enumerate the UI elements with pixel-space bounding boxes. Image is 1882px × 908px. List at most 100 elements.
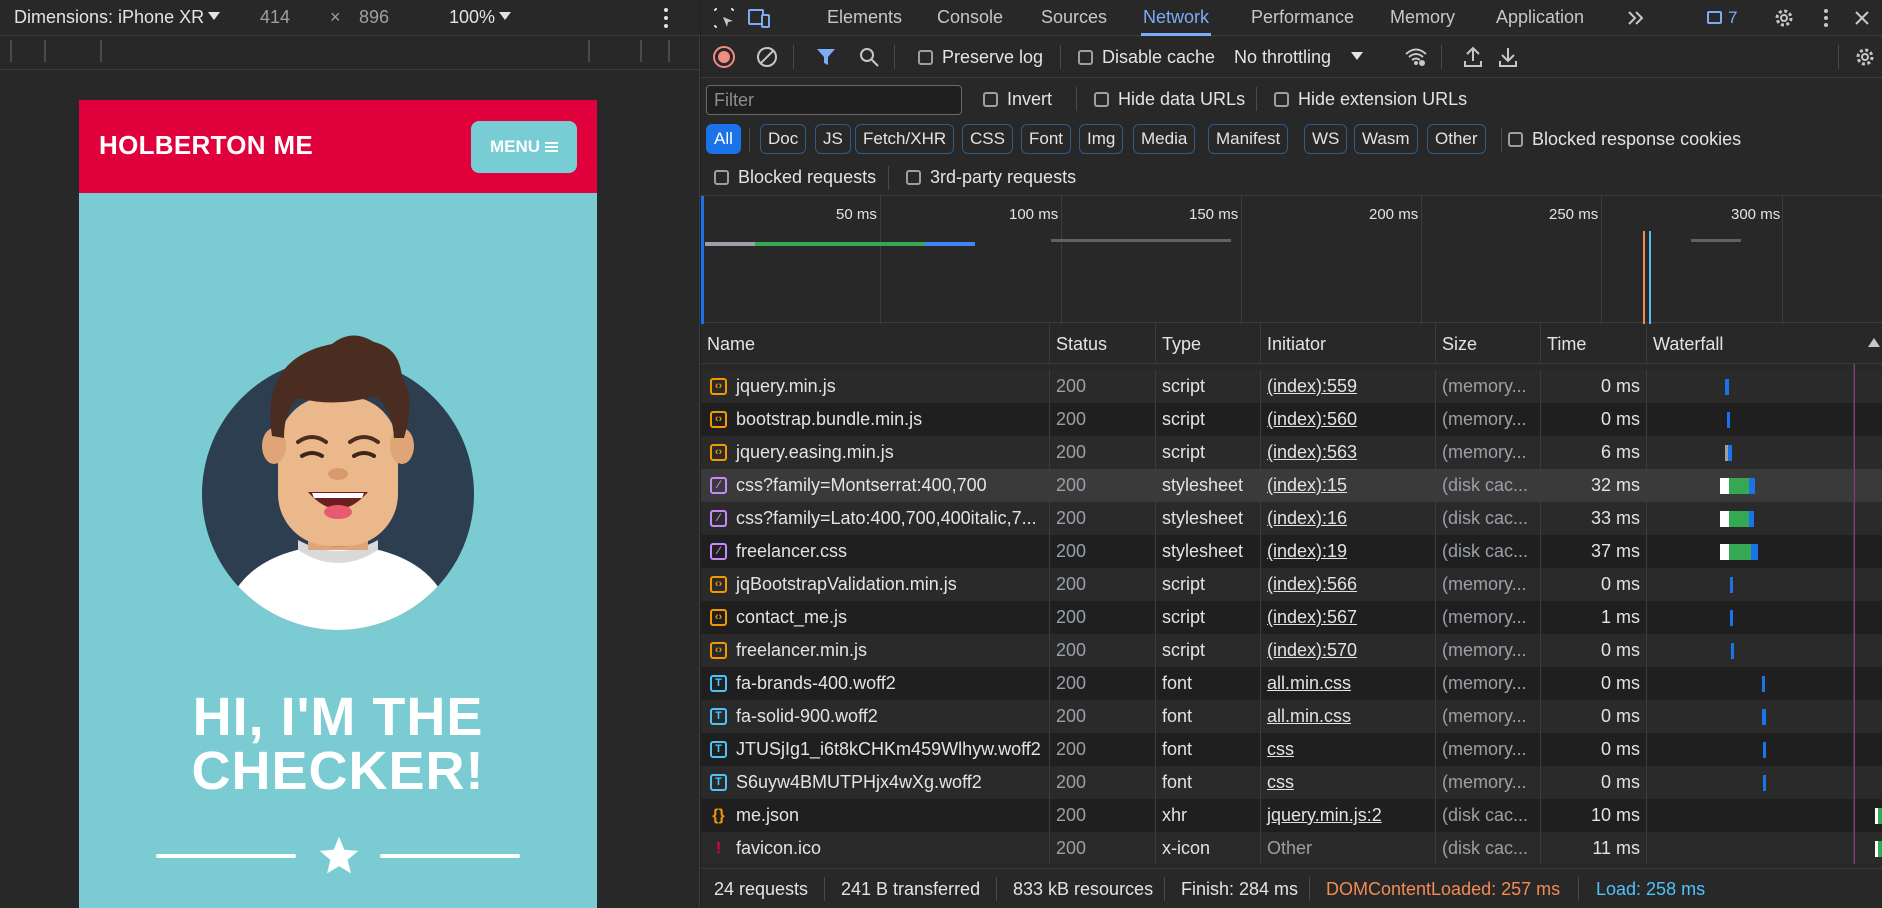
request-name[interactable]: contact_me.js [701, 601, 1050, 634]
type-filter-media[interactable]: Media [1133, 124, 1196, 154]
initiator-link[interactable]: jquery.min.js:2 [1267, 805, 1382, 825]
network-settings-gear-icon[interactable] [1853, 45, 1877, 69]
type-filter-js[interactable]: JS [815, 124, 851, 154]
menu-button[interactable]: MENU [471, 121, 577, 173]
request-initiator[interactable]: (index):570 [1261, 634, 1436, 667]
type-filter-doc[interactable]: Doc [760, 124, 807, 154]
type-filter-wasm[interactable]: Wasm [1354, 124, 1418, 154]
initiator-link[interactable]: (index):16 [1267, 508, 1347, 528]
filter-input[interactable] [706, 85, 962, 115]
request-name[interactable]: favicon.ico [701, 832, 1050, 864]
request-initiator[interactable]: (index):566 [1261, 568, 1436, 601]
filter-icon[interactable] [814, 45, 838, 69]
export-har-icon[interactable] [1496, 45, 1520, 69]
timeline-selection-handle[interactable] [701, 196, 704, 324]
tab-console[interactable]: Console [935, 0, 1005, 36]
initiator-link[interactable]: css [1267, 739, 1294, 759]
request-name[interactable]: jquery.easing.min.js [701, 436, 1050, 469]
blocked-requests-checkbox[interactable]: Blocked requests [714, 167, 876, 188]
request-initiator[interactable]: (index):567 [1261, 601, 1436, 634]
more-options-icon[interactable] [658, 4, 674, 32]
request-initiator[interactable]: jquery.min.js:2 [1261, 799, 1436, 832]
table-row[interactable]: {} me.json 200 xhr jquery.min.js:2 (disk cac.… [701, 799, 1882, 832]
table-row[interactable]: T S6uyw4BMUTPHjx4wXg.woff2 200 font css (memo… [701, 766, 1882, 799]
column-header-waterfall[interactable]: Waterfall [1647, 324, 1882, 364]
request-initiator[interactable]: (index):15 [1261, 469, 1436, 502]
third-party-requests-checkbox[interactable]: 3rd-party requests [906, 167, 1076, 188]
request-initiator[interactable]: (index):563 [1261, 436, 1436, 469]
import-har-icon[interactable] [1461, 45, 1485, 69]
inspect-element-icon[interactable] [712, 6, 736, 30]
column-header-time[interactable]: Time [1541, 324, 1647, 364]
tab-elements[interactable]: Elements [825, 0, 904, 36]
request-initiator[interactable]: css [1261, 766, 1436, 799]
request-name[interactable]: fa-solid-900.woff2 [701, 700, 1050, 733]
column-header-status[interactable]: Status [1050, 324, 1156, 364]
initiator-link[interactable]: (index):15 [1267, 475, 1347, 495]
request-name[interactable]: jquery.min.js [701, 370, 1050, 403]
table-row[interactable]: ‹› contact_me.js 200 script (index):567 (memo… [701, 601, 1882, 634]
initiator-link[interactable]: (index):570 [1267, 640, 1357, 660]
type-filter-other[interactable]: Other [1427, 124, 1486, 154]
initiator-link[interactable]: (index):566 [1267, 574, 1357, 594]
type-filter-manifest[interactable]: Manifest [1208, 124, 1289, 154]
tab-sources[interactable]: Sources [1039, 0, 1109, 36]
blocked-response-cookies-checkbox[interactable]: Blocked response cookies [1508, 129, 1741, 150]
request-name[interactable]: jqBootstrapValidation.min.js [701, 568, 1050, 601]
type-filter-ws[interactable]: WS [1304, 124, 1348, 154]
initiator-link[interactable]: all.min.css [1267, 706, 1351, 726]
request-initiator[interactable]: (index):19 [1261, 535, 1436, 568]
invert-checkbox[interactable]: Invert [983, 89, 1052, 110]
clear-log-icon[interactable] [755, 45, 779, 69]
network-conditions-icon[interactable] [1404, 45, 1428, 69]
table-row[interactable]: ‹› jquery.min.js 200 script (index):559 (memo… [701, 370, 1882, 403]
viewport-height-field[interactable]: 896 [359, 7, 389, 28]
more-tabs-icon[interactable] [1624, 6, 1648, 30]
disable-cache-checkbox[interactable]: Disable cache [1078, 47, 1215, 68]
throttling-dropdown[interactable]: No throttling [1234, 47, 1364, 68]
record-stop-icon[interactable] [712, 45, 736, 69]
type-filter-all[interactable]: All [706, 124, 741, 154]
table-row[interactable]: ⁄ css?family=Lato:400,700,400italic,7... 2… [701, 502, 1882, 535]
initiator-link[interactable]: all.min.css [1267, 673, 1351, 693]
hide-data-urls-checkbox[interactable]: Hide data URLs [1094, 89, 1245, 110]
request-name[interactable]: css?family=Lato:400,700,400italic,7... [701, 502, 1050, 535]
request-initiator[interactable]: (index):16 [1261, 502, 1436, 535]
table-row[interactable]: ‹› freelancer.min.js 200 script (index):570(… [701, 634, 1882, 667]
preserve-log-checkbox[interactable]: Preserve log [918, 47, 1043, 68]
column-header-initiator[interactable]: Initiator [1261, 324, 1436, 364]
initiator-link[interactable]: (index):19 [1267, 541, 1347, 561]
issues-badge[interactable]: 7 [1707, 8, 1737, 28]
request-name[interactable]: fa-brands-400.woff2 [701, 667, 1050, 700]
network-overview-timeline[interactable]: 50 ms 100 ms 150 ms 200 ms 250 ms 300 ms [701, 195, 1882, 324]
request-name[interactable]: freelancer.css [701, 535, 1050, 568]
request-initiator[interactable]: css [1261, 733, 1436, 766]
device-toolbar-toggle-icon[interactable] [747, 6, 771, 30]
initiator-link[interactable]: (index):563 [1267, 442, 1357, 462]
request-name[interactable]: me.json [701, 799, 1050, 832]
request-initiator[interactable]: (index):560 [1261, 403, 1436, 436]
customize-devtools-icon[interactable] [1814, 6, 1838, 30]
request-name[interactable]: css?family=Montserrat:400,700 [701, 469, 1050, 502]
initiator-link[interactable]: (index):567 [1267, 607, 1357, 627]
type-filter-css[interactable]: CSS [962, 124, 1013, 154]
initiator-link[interactable]: css [1267, 772, 1294, 792]
table-row[interactable]: ⁄ css?family=Montserrat:400,700 200 stylesh… [701, 469, 1882, 502]
request-initiator[interactable]: all.min.css [1261, 667, 1436, 700]
table-row[interactable]: T JTUSjIg1_i6t8kCHKm459Wlhyw.woff2 200 font… [701, 733, 1882, 766]
initiator-link[interactable]: (index):559 [1267, 376, 1357, 396]
column-header-name[interactable]: Name [701, 324, 1050, 364]
type-filter-fetch-xhr[interactable]: Fetch/XHR [855, 124, 955, 154]
table-row[interactable]: ⁄ freelancer.css 200 stylesheet (index):19 (d… [701, 535, 1882, 568]
tab-performance[interactable]: Performance [1249, 0, 1356, 36]
settings-gear-icon[interactable] [1772, 6, 1796, 30]
request-name[interactable]: bootstrap.bundle.min.js [701, 403, 1050, 436]
type-filter-font[interactable]: Font [1021, 124, 1072, 154]
table-row[interactable]: Tfa-brands-400.woff2 200 font all.min.css (m… [701, 667, 1882, 700]
request-name[interactable]: JTUSjIg1_i6t8kCHKm459Wlhyw.woff2 [701, 733, 1050, 766]
request-name[interactable]: S6uyw4BMUTPHjx4wXg.woff2 [701, 766, 1050, 799]
request-name[interactable]: freelancer.min.js [701, 634, 1050, 667]
request-initiator[interactable]: all.min.css [1261, 700, 1436, 733]
hide-extension-urls-checkbox[interactable]: Hide extension URLs [1274, 89, 1467, 110]
site-brand[interactable]: HOLBERTON ME [99, 130, 313, 161]
